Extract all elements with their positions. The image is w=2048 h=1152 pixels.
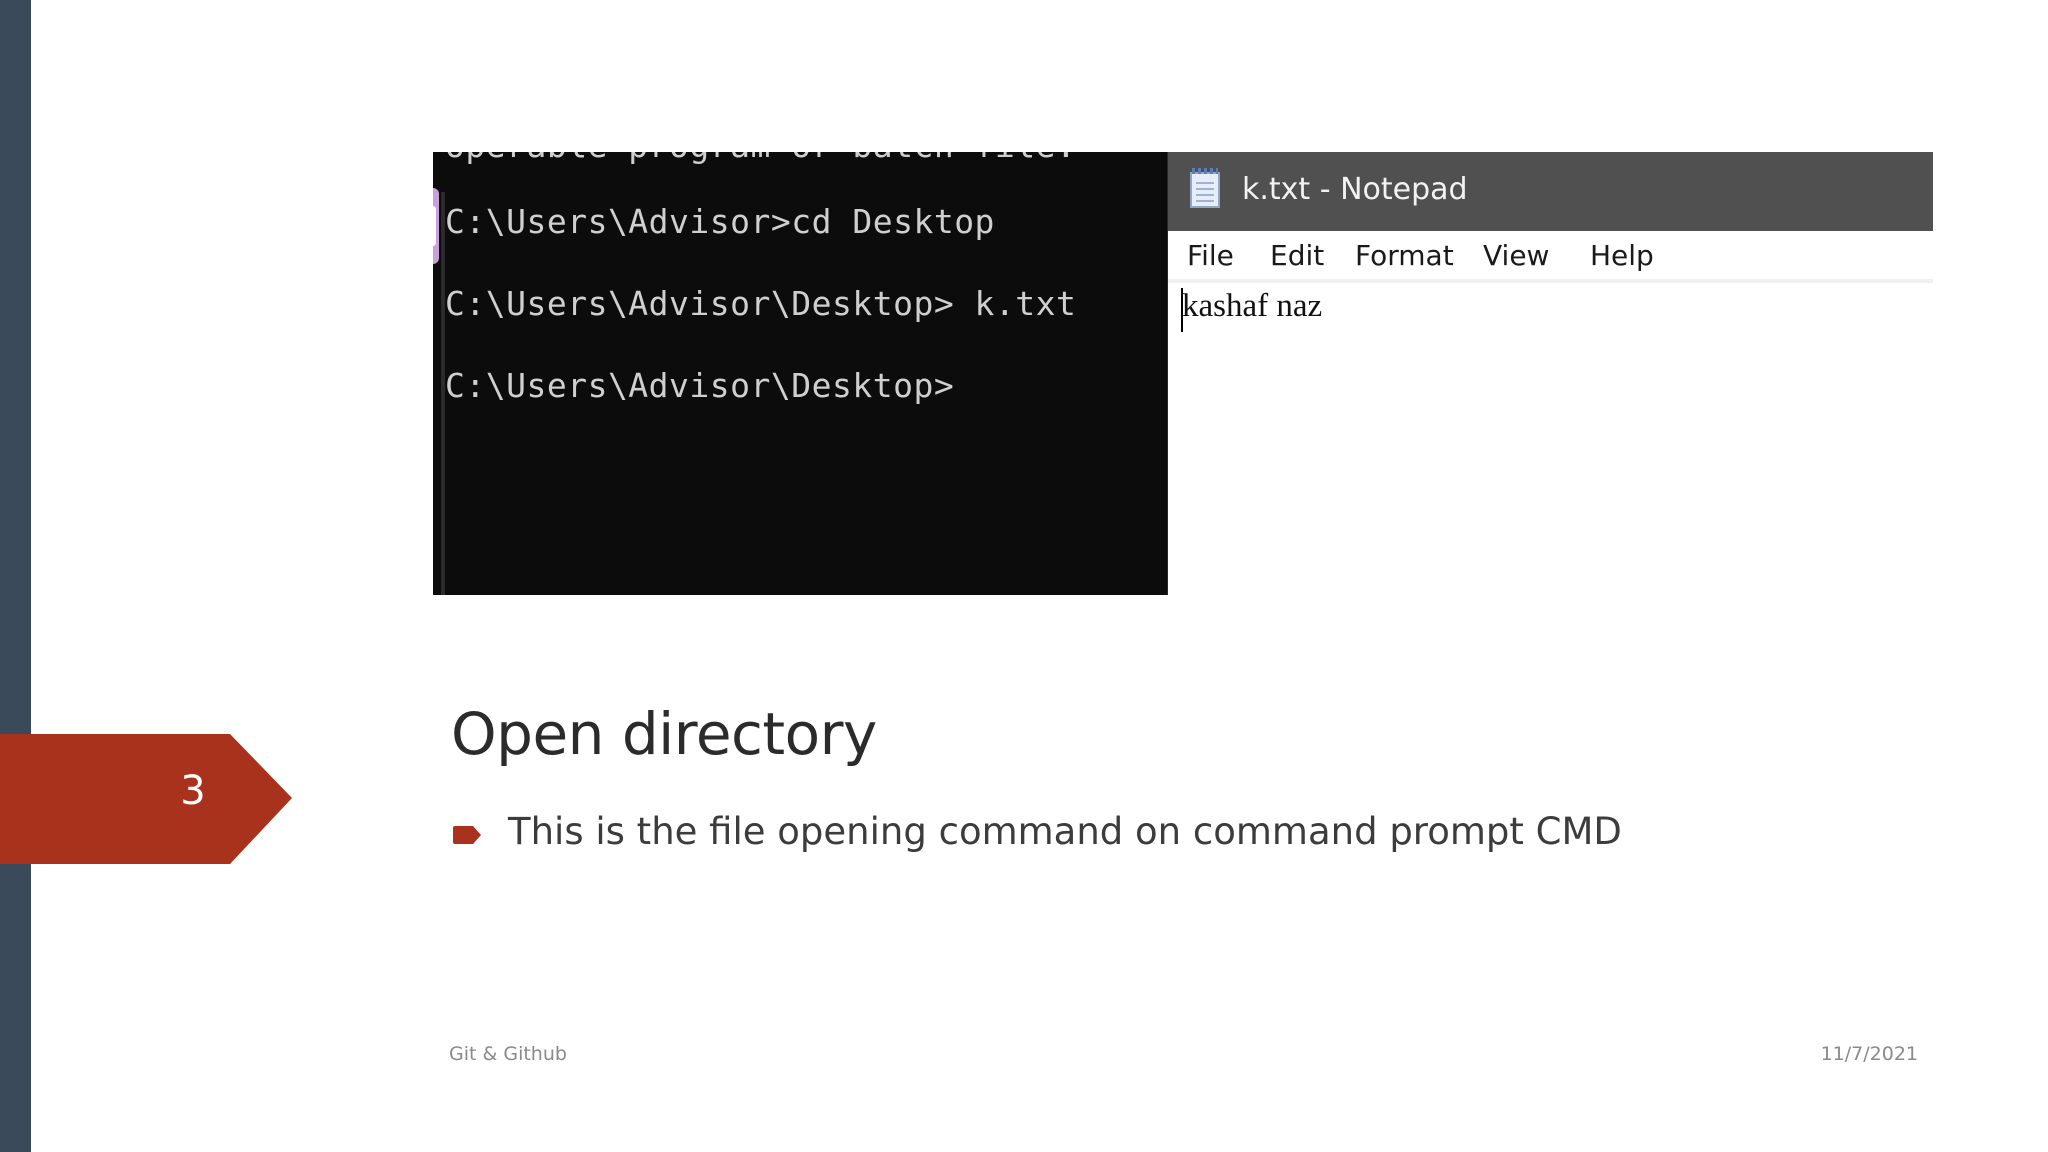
notepad-content[interactable]: kashaf naz [1182, 288, 1322, 325]
menu-view[interactable]: View [1483, 239, 1549, 272]
bullet-arrow-icon [453, 826, 481, 844]
menu-help[interactable]: Help [1590, 239, 1654, 272]
notepad-window: k.txt - Notepad File Edit Format View He… [1168, 152, 1933, 595]
notepad-title: k.txt - Notepad [1242, 172, 1468, 207]
menu-file[interactable]: File [1187, 239, 1234, 272]
command-prompt-window: operable program or batch file. C:\Users… [433, 152, 1169, 595]
notepad-icon [1190, 168, 1220, 208]
notepad-titlebar: k.txt - Notepad [1168, 152, 1933, 231]
left-accent-bar [0, 0, 31, 1152]
slide-title: Open directory [451, 700, 877, 768]
cmd-line: C:\Users\Advisor\Desktop> [445, 366, 955, 405]
cropped-text-line: operable program or batch file. [445, 152, 1076, 165]
footer-date: 11/7/2021 [1820, 1043, 1918, 1065]
notepad-menubar: File Edit Format View Help [1168, 231, 1933, 283]
bullet-text: This is the file opening command on comm… [508, 810, 1622, 853]
slide-number-badge: 3 [0, 734, 292, 864]
cmd-line: C:\Users\Advisor>cd Desktop [445, 202, 995, 241]
badge-arrow-shape [0, 734, 292, 864]
purple-edge-icon [433, 188, 439, 264]
screenshot-image: operable program or batch file. C:\Users… [433, 152, 1933, 595]
cmd-line: C:\Users\Advisor\Desktop> k.txt [445, 284, 1077, 323]
menu-edit[interactable]: Edit [1270, 239, 1324, 272]
footer-title: Git & Github [449, 1043, 567, 1065]
slide-number: 3 [180, 768, 206, 814]
bullet-item: This is the file opening command on comm… [451, 810, 1951, 860]
menu-format[interactable]: Format [1355, 239, 1454, 272]
